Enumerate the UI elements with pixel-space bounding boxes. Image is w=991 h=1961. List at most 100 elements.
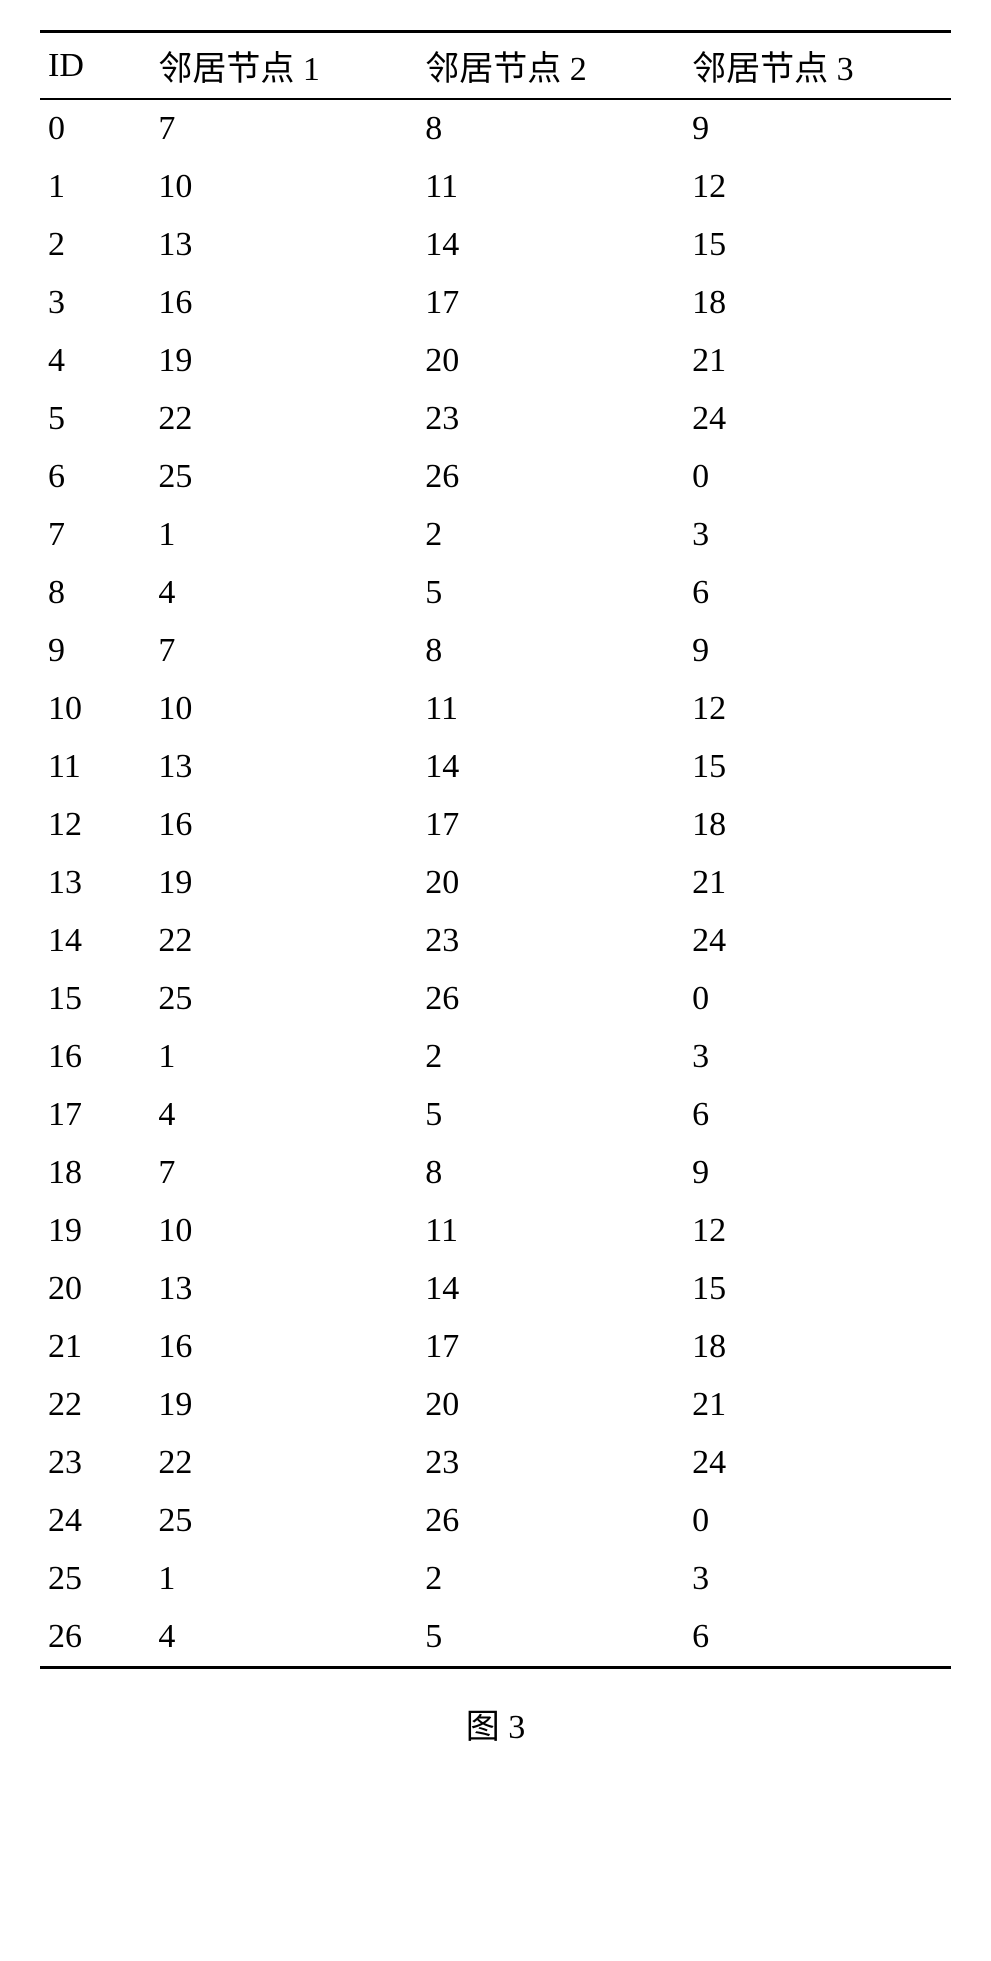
cell-neighbor-3: 12: [684, 1202, 951, 1260]
table-row: 20131415: [40, 1260, 951, 1318]
cell-id: 22: [40, 1376, 150, 1434]
table-row: 1525260: [40, 970, 951, 1028]
cell-neighbor-2: 17: [417, 1318, 684, 1376]
cell-neighbor-3: 18: [684, 274, 951, 332]
table-row: 3161718: [40, 274, 951, 332]
cell-neighbor-2: 20: [417, 854, 684, 912]
cell-id: 12: [40, 796, 150, 854]
cell-id: 11: [40, 738, 150, 796]
cell-neighbor-3: 0: [684, 970, 951, 1028]
table-row: 14222324: [40, 912, 951, 970]
cell-neighbor-2: 23: [417, 390, 684, 448]
cell-neighbor-1: 13: [150, 216, 417, 274]
cell-neighbor-2: 5: [417, 1608, 684, 1668]
cell-id: 14: [40, 912, 150, 970]
cell-neighbor-3: 12: [684, 680, 951, 738]
cell-neighbor-2: 26: [417, 1492, 684, 1550]
cell-neighbor-1: 7: [150, 622, 417, 680]
table-row: 11131415: [40, 738, 951, 796]
cell-id: 0: [40, 99, 150, 158]
cell-neighbor-1: 16: [150, 1318, 417, 1376]
cell-neighbor-1: 13: [150, 1260, 417, 1318]
table-row: 19101112: [40, 1202, 951, 1260]
cell-neighbor-3: 15: [684, 1260, 951, 1318]
cell-neighbor-3: 18: [684, 1318, 951, 1376]
cell-neighbor-2: 8: [417, 622, 684, 680]
table-row: 21161718: [40, 1318, 951, 1376]
table-row: 22192021: [40, 1376, 951, 1434]
cell-neighbor-2: 5: [417, 564, 684, 622]
cell-neighbor-3: 9: [684, 99, 951, 158]
cell-neighbor-1: 25: [150, 1492, 417, 1550]
cell-neighbor-2: 23: [417, 912, 684, 970]
cell-id: 24: [40, 1492, 150, 1550]
table-row: 4192021: [40, 332, 951, 390]
cell-neighbor-3: 15: [684, 738, 951, 796]
cell-neighbor-1: 22: [150, 1434, 417, 1492]
cell-neighbor-1: 19: [150, 1376, 417, 1434]
cell-neighbor-2: 5: [417, 1086, 684, 1144]
cell-neighbor-1: 10: [150, 158, 417, 216]
cell-neighbor-3: 18: [684, 796, 951, 854]
cell-id: 1: [40, 158, 150, 216]
cell-neighbor-2: 26: [417, 970, 684, 1028]
cell-neighbor-2: 17: [417, 274, 684, 332]
cell-neighbor-2: 17: [417, 796, 684, 854]
figure-caption: 图 3: [40, 1699, 951, 1748]
cell-neighbor-2: 2: [417, 506, 684, 564]
table-header-row: ID 邻居节点 1 邻居节点 2 邻居节点 3: [40, 32, 951, 100]
header-neighbor-3: 邻居节点 3: [684, 32, 951, 100]
cell-neighbor-1: 7: [150, 99, 417, 158]
table-row: 2425260: [40, 1492, 951, 1550]
cell-neighbor-3: 24: [684, 390, 951, 448]
cell-neighbor-3: 21: [684, 1376, 951, 1434]
cell-neighbor-1: 25: [150, 970, 417, 1028]
table-row: 2131415: [40, 216, 951, 274]
table-row: 12161718: [40, 796, 951, 854]
cell-neighbor-2: 14: [417, 216, 684, 274]
cell-neighbor-1: 4: [150, 564, 417, 622]
cell-neighbor-2: 2: [417, 1550, 684, 1608]
neighbor-table: ID 邻居节点 1 邻居节点 2 邻居节点 3 0789110111221314…: [40, 30, 951, 1669]
cell-neighbor-2: 23: [417, 1434, 684, 1492]
table-row: 25123: [40, 1550, 951, 1608]
cell-id: 3: [40, 274, 150, 332]
cell-neighbor-1: 19: [150, 332, 417, 390]
header-neighbor-1: 邻居节点 1: [150, 32, 417, 100]
cell-id: 7: [40, 506, 150, 564]
cell-neighbor-3: 21: [684, 854, 951, 912]
cell-neighbor-3: 15: [684, 216, 951, 274]
cell-neighbor-3: 0: [684, 448, 951, 506]
cell-id: 25: [40, 1550, 150, 1608]
cell-neighbor-1: 4: [150, 1086, 417, 1144]
table-row: 9789: [40, 622, 951, 680]
cell-neighbor-3: 12: [684, 158, 951, 216]
cell-id: 4: [40, 332, 150, 390]
cell-neighbor-1: 16: [150, 274, 417, 332]
cell-neighbor-2: 11: [417, 1202, 684, 1260]
cell-id: 23: [40, 1434, 150, 1492]
cell-neighbor-2: 14: [417, 738, 684, 796]
cell-neighbor-1: 10: [150, 1202, 417, 1260]
cell-id: 13: [40, 854, 150, 912]
table-row: 23222324: [40, 1434, 951, 1492]
table-row: 5222324: [40, 390, 951, 448]
cell-neighbor-3: 6: [684, 564, 951, 622]
cell-neighbor-1: 4: [150, 1608, 417, 1668]
table-row: 17456: [40, 1086, 951, 1144]
cell-neighbor-2: 8: [417, 99, 684, 158]
cell-id: 16: [40, 1028, 150, 1086]
cell-neighbor-2: 26: [417, 448, 684, 506]
cell-neighbor-2: 20: [417, 332, 684, 390]
cell-neighbor-1: 22: [150, 390, 417, 448]
header-id: ID: [40, 32, 150, 100]
cell-neighbor-2: 20: [417, 1376, 684, 1434]
cell-id: 20: [40, 1260, 150, 1318]
cell-id: 6: [40, 448, 150, 506]
cell-neighbor-1: 16: [150, 796, 417, 854]
cell-neighbor-3: 24: [684, 1434, 951, 1492]
table-row: 16123: [40, 1028, 951, 1086]
cell-neighbor-1: 1: [150, 1550, 417, 1608]
cell-id: 9: [40, 622, 150, 680]
cell-neighbor-3: 24: [684, 912, 951, 970]
